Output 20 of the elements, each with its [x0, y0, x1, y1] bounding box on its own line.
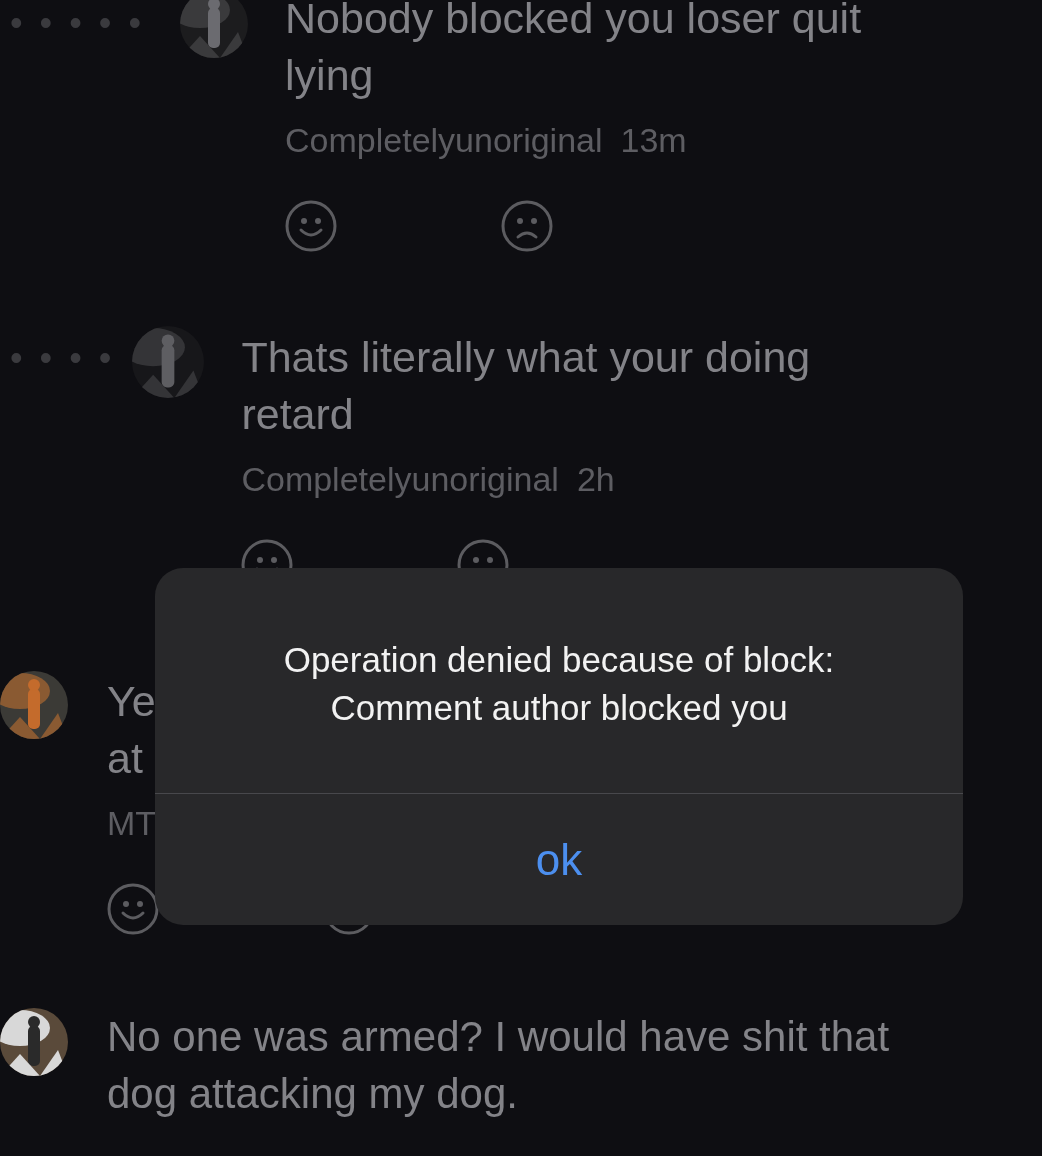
smile-icon[interactable] — [107, 883, 159, 935]
comment-text: Thats literally what your doing — [241, 332, 811, 383]
ok-button[interactable]: ok — [155, 794, 963, 925]
comment-text: at — [107, 733, 144, 784]
sad-face-icon[interactable] — [501, 200, 554, 252]
comment-text: retard — [241, 389, 355, 440]
comment-text: lying — [285, 50, 375, 101]
alert-message: Operation denied because of block: — [282, 639, 836, 681]
author-name[interactable]: Completelyunoriginal — [285, 118, 603, 162]
author-name[interactable]: MT — [107, 801, 157, 845]
thread-dots: ••••• — [10, 1, 159, 45]
comment-text: dog attacking my dog. — [107, 1069, 519, 1119]
smile-icon[interactable] — [285, 200, 338, 252]
alert-message: Comment author blocked you — [329, 687, 789, 729]
author-name[interactable]: Completelyunoriginal — [241, 457, 559, 501]
comment-time: 2h — [576, 459, 615, 500]
comment-text: No one was armed? I would have shit that — [107, 1012, 890, 1062]
comment-text: Nobody blocked you loser quit — [285, 0, 862, 44]
thread-dots: •••• — [10, 336, 129, 380]
comment-time: 13m — [620, 120, 687, 161]
